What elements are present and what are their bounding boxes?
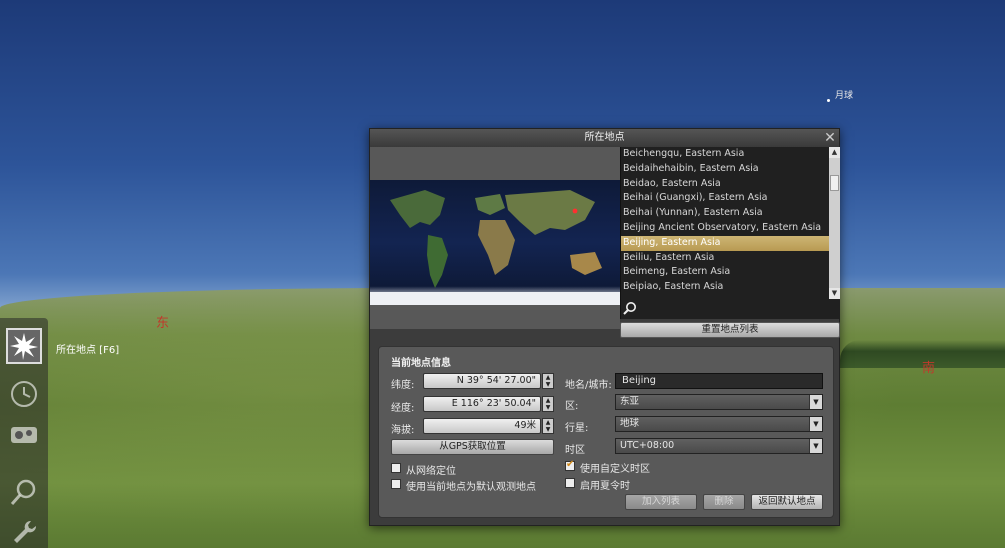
custom-timezone-checkbox[interactable] <box>565 459 575 471</box>
timezone-value: UTC+08:00 <box>620 440 675 451</box>
network-locate-label: 从网络定位 <box>406 466 456 477</box>
list-item[interactable]: Beijing Ancient Observatory, Eastern Asi… <box>621 221 829 236</box>
list-item[interactable]: Beichengqu, Eastern Asia <box>621 147 829 162</box>
search-window-button[interactable] <box>6 474 42 510</box>
scroll-up-arrow[interactable]: ▲ <box>829 147 840 158</box>
section-title: 当前地点信息 <box>391 358 451 369</box>
planet-label: 行星: <box>565 423 589 434</box>
world-map-graphic <box>370 190 620 305</box>
left-toolbar <box>0 318 48 548</box>
configuration-button[interactable] <box>6 514 42 548</box>
moon-label: 月球 <box>835 91 854 101</box>
altitude-label: 海拔: <box>391 425 415 436</box>
close-button[interactable]: ✕ <box>823 129 837 147</box>
location-window-button[interactable] <box>6 328 42 364</box>
network-locate-checkbox[interactable] <box>391 463 401 473</box>
timezone-label: 时区 <box>565 445 585 456</box>
location-dialog: 所在地点 ✕ Beichengqu, Eastern Asia Beidaihe… <box>369 128 840 526</box>
chevron-down-icon: ▼ <box>809 439 822 453</box>
latitude-stepper[interactable]: ▲ ▼ <box>542 373 554 389</box>
clock-icon <box>11 381 37 407</box>
location-list-scrollbar[interactable]: ▲ ▼ <box>829 147 840 299</box>
list-item[interactable]: Beihai (Guangxi), Eastern Asia <box>621 191 829 206</box>
dst-checkbox[interactable] <box>565 478 575 488</box>
planet-select[interactable]: 地球 ▼ <box>615 416 823 432</box>
city-field[interactable]: Beijing <box>615 373 823 389</box>
city-label: 地名/城市: <box>565 380 612 391</box>
moon-marker[interactable] <box>827 99 830 102</box>
scroll-down-arrow[interactable]: ▼ <box>829 288 840 299</box>
location-list[interactable]: Beichengqu, Eastern Asia Beidaihehaibin,… <box>620 147 840 299</box>
longitude-label: 经度: <box>391 403 415 414</box>
region-label: 区: <box>565 401 579 412</box>
reset-location-list-button[interactable]: 重置地点列表 <box>620 322 840 338</box>
latitude-field[interactable]: N 39° 54' 27.00" <box>423 373 541 389</box>
current-location-info: 当前地点信息 纬度: N 39° 54' 27.00" ▲ ▼ 经度: E 116… <box>378 346 834 518</box>
gps-location-button[interactable]: 从GPS获取位置 <box>391 439 554 455</box>
list-item[interactable]: Beimeng, Eastern Asia <box>621 265 829 280</box>
scroll-thumb[interactable] <box>830 175 839 191</box>
cardinal-east: 东 <box>156 316 170 331</box>
cardinal-south: 南 <box>922 361 936 376</box>
search-input[interactable] <box>639 301 837 316</box>
region-select[interactable]: 东亚 ▼ <box>615 394 823 410</box>
dialog-titlebar[interactable]: 所在地点 ✕ <box>370 129 839 147</box>
list-item-selected[interactable]: Beijing, Eastern Asia <box>621 235 829 251</box>
chevron-down-icon: ▼ <box>809 395 822 409</box>
location-icon <box>10 333 38 360</box>
list-item[interactable]: Beidao, Eastern Asia <box>621 177 829 192</box>
planet-value: 地球 <box>620 418 640 429</box>
delete-button[interactable]: 删除 <box>703 494 745 510</box>
custom-timezone-label: 使用自定义时区 <box>580 464 650 475</box>
dst-label: 启用夏令时 <box>580 481 630 492</box>
longitude-field[interactable]: E 116° 23' 50.04" <box>423 396 541 412</box>
toolbar-tooltip: 所在地点 [F6] <box>56 345 120 356</box>
wrench-icon <box>14 520 37 543</box>
add-to-list-button[interactable]: 加入列表 <box>625 494 697 510</box>
altitude-stepper[interactable]: ▲ ▼ <box>542 418 554 434</box>
timezone-select[interactable]: UTC+08:00 ▼ <box>615 438 823 454</box>
close-icon: ✕ <box>824 130 836 146</box>
return-default-button[interactable]: 返回默认地点 <box>751 494 823 510</box>
chevron-down-icon: ▼ <box>809 417 822 431</box>
sky-display-icon <box>11 427 37 443</box>
world-map[interactable] <box>370 180 620 305</box>
region-value: 东亚 <box>620 396 640 407</box>
longitude-stepper[interactable]: ▲ ▼ <box>542 396 554 412</box>
search-icon <box>10 479 36 505</box>
date-time-button[interactable] <box>6 376 42 412</box>
world-map-panel <box>370 147 620 329</box>
list-item[interactable]: Beihai (Yunnan), Eastern Asia <box>621 206 829 221</box>
search-icon <box>623 302 636 315</box>
list-item[interactable]: Beidaihehaibin, Eastern Asia <box>621 162 829 177</box>
list-item[interactable]: Beipiao, Eastern Asia <box>621 280 829 295</box>
use-as-default-checkbox[interactable] <box>391 479 401 489</box>
sky-view-options-button[interactable] <box>6 418 42 454</box>
latitude-label: 纬度: <box>391 380 415 391</box>
list-item[interactable]: Beiliu, Eastern Asia <box>621 251 829 266</box>
altitude-field[interactable]: 49米 <box>423 418 541 434</box>
location-search <box>620 299 840 319</box>
use-as-default-label: 使用当前地点为默认观测地点 <box>406 482 536 493</box>
dialog-title: 所在地点 <box>584 132 625 143</box>
